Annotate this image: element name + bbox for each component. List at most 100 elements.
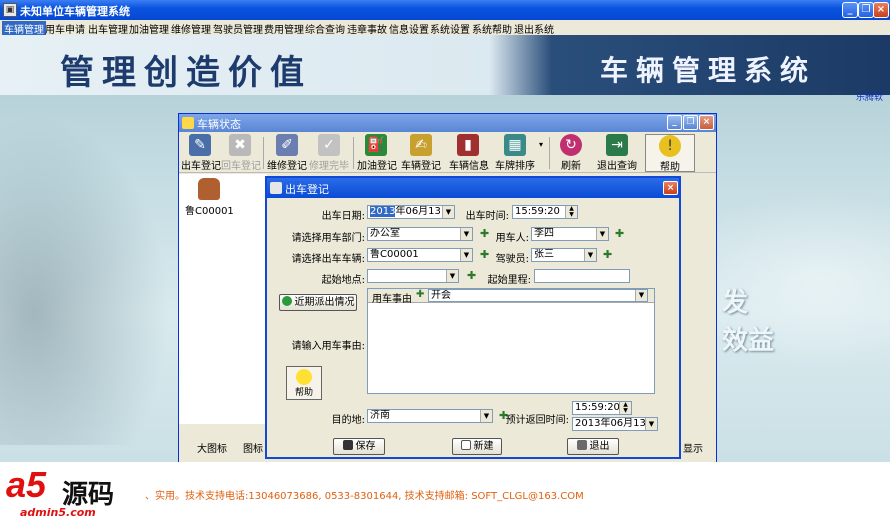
out-date-label: 出车日期: [321, 211, 365, 222]
out-time-field[interactable]: 15:59:20 ▲ ▼ [512, 205, 578, 219]
toolbar-separator [353, 137, 354, 169]
toolbar-separator [549, 137, 550, 169]
add-reason-icon[interactable]: ✚ [416, 289, 424, 300]
recent-dispatch-button[interactable]: 近期派出情况 [279, 294, 357, 311]
return-date-picker[interactable]: 2013年06月13日 ▼ [572, 417, 658, 431]
menu-fuel[interactable]: 加油管理 [129, 21, 169, 36]
vehicle-minimize-button[interactable]: _ [667, 115, 682, 130]
driver-label: 驾驶员: [495, 254, 529, 265]
spinner-icon[interactable]: ▲ ▼ [565, 206, 577, 218]
add-user-icon[interactable]: ✚ [615, 227, 624, 240]
chevron-down-icon[interactable]: ▼ [635, 290, 647, 301]
exit-door-icon [576, 440, 587, 450]
car-label: 请选择出车车辆: [291, 254, 365, 265]
banner-sub: 乐腾软 [856, 93, 884, 103]
support-info: 、实用。技术支持电话:13046073686, 0533-8301644, 技术… [145, 491, 584, 502]
chevron-down-icon[interactable]: ▼ [596, 228, 608, 240]
icon-option[interactable]: 图标 [243, 440, 263, 455]
return-time-label: 预计返回时间: [505, 415, 569, 426]
chevron-down-icon[interactable]: ▼ [460, 249, 472, 261]
reason-grid[interactable]: 用车事由 ✚ 开会 ▼ [367, 288, 655, 394]
new-button[interactable]: 新建 [452, 438, 502, 455]
chevron-down-icon[interactable]: ▼ [460, 228, 472, 240]
repair-done-button[interactable]: ✓ 修理完毕 [309, 134, 349, 172]
out-date-picker[interactable]: 2013年06月13日 ▼ [367, 205, 455, 219]
vehicle-maximize-button[interactable]: ❐ [683, 115, 698, 130]
fuel-button[interactable]: ⛽ 加油登记 [357, 134, 397, 172]
exit-query-button[interactable]: ⇥ 退出查询 [597, 134, 637, 172]
dialog-titlebar: 出车登记 × [267, 178, 679, 198]
vehicle-window-title: 车辆状态 [197, 118, 241, 131]
background-slogan-1: 发 [722, 288, 749, 318]
chevron-down-icon[interactable]: ▼ [446, 270, 458, 282]
help-button[interactable]: ! 帮助 [645, 134, 695, 173]
menu-driver[interactable]: 驾驶员管理 [213, 21, 263, 36]
user-label: 用车人: [495, 233, 529, 244]
maximize-button[interactable]: ❐ [858, 2, 874, 18]
exit-door-icon: ⇥ [606, 134, 628, 156]
car-plate: 鲁C00001 [185, 206, 234, 217]
sort-plate-button[interactable]: ▦ 车牌排序 [493, 134, 537, 172]
return-time-field[interactable]: 15:59:20 ▲ ▼ [572, 401, 632, 415]
sort-icon: ▦ [504, 134, 526, 156]
exit-button[interactable]: 退出 [567, 438, 619, 455]
chevron-down-icon[interactable]: ▼ [480, 410, 492, 422]
vehicle-info-button[interactable]: ▮ 车辆信息 [449, 134, 489, 172]
add-car-icon[interactable]: ✚ [480, 248, 489, 261]
menu-dispatch[interactable]: 出车管理 [88, 21, 128, 36]
help-bulb-icon: ! [659, 135, 681, 157]
add-place-icon[interactable]: ✚ [467, 269, 476, 282]
driver-select[interactable]: 张三 ▼ [531, 248, 597, 262]
big-icon-option[interactable]: 大图标 [197, 440, 227, 455]
menu-query[interactable]: 综合查询 [305, 21, 345, 36]
menu-violation[interactable]: 违章事故 [347, 21, 387, 36]
background-art [0, 115, 170, 445]
sort-dropdown-icon[interactable]: ▾ [537, 134, 545, 172]
menu-repair[interactable]: 维修管理 [171, 21, 211, 36]
car-return-icon: ✖ [229, 134, 251, 156]
menu-exit[interactable]: 退出系统 [514, 21, 554, 36]
car-item[interactable]: 鲁C00001 [185, 178, 234, 217]
vehicle-toolbar: ✎ 出车登记 ✖ 回车登记 ✐ 维修登记 ✓ 修理完毕 ⛽ 加油登记 ✍ 车辆登… [179, 133, 716, 173]
app-icon: ▣ [3, 3, 17, 17]
chevron-down-icon[interactable]: ▼ [584, 249, 596, 261]
logo-domain: admin5.com [20, 506, 96, 519]
add-dept-icon[interactable]: ✚ [480, 227, 489, 240]
reason-select[interactable]: 开会 ▼ [428, 289, 648, 302]
add-driver-icon[interactable]: ✚ [603, 248, 612, 261]
menu-apply[interactable]: 用车申请 [45, 21, 85, 36]
car-out-icon: ✎ [189, 134, 211, 156]
car-return-button[interactable]: ✖ 回车登记 [221, 134, 261, 172]
refresh-button[interactable]: ↻ 刷新 [556, 134, 586, 172]
start-place-select[interactable]: ▼ [367, 269, 459, 283]
banner-slogan: 管理创造价值 [60, 53, 312, 93]
toolbar-separator [263, 137, 264, 169]
start-mileage-field[interactable] [534, 269, 630, 283]
display-option[interactable]: 显示 [683, 440, 703, 455]
chevron-down-icon[interactable]: ▼ [442, 206, 454, 218]
start-mileage-label: 起始里程: [487, 275, 531, 286]
car-select[interactable]: 鲁C00001 ▼ [367, 248, 473, 262]
menu-vehicle[interactable]: 车辆管理 [2, 21, 46, 36]
vehicle-close-button[interactable]: × [699, 115, 714, 130]
menu-info[interactable]: 信息设置 [389, 21, 429, 36]
save-button[interactable]: 保存 [333, 438, 385, 455]
dept-label: 请选择用车部门: [291, 233, 365, 244]
dialog-icon [270, 182, 282, 194]
spinner-icon[interactable]: ▲ ▼ [619, 402, 631, 414]
chevron-down-icon[interactable]: ▼ [645, 418, 657, 430]
dialog-help-button[interactable]: 帮助 [286, 366, 322, 400]
car-out-button[interactable]: ✎ 出车登记 [181, 134, 221, 172]
repair-button[interactable]: ✐ 维修登记 [267, 134, 307, 172]
minimize-button[interactable]: _ [842, 2, 858, 18]
menu-cost[interactable]: 费用管理 [264, 21, 304, 36]
user-select[interactable]: 李四 ▼ [531, 227, 609, 241]
menu-help[interactable]: 系统帮助 [472, 21, 512, 36]
dialog-close-button[interactable]: × [663, 181, 678, 195]
destination-select[interactable]: 济南 ▼ [367, 409, 493, 423]
register-button[interactable]: ✍ 车辆登记 [401, 134, 441, 172]
menu-settings[interactable]: 系统设置 [430, 21, 470, 36]
close-button[interactable]: × [873, 2, 889, 18]
dept-select[interactable]: 办公室 ▼ [367, 227, 473, 241]
start-place-label: 起始地点: [321, 275, 365, 286]
